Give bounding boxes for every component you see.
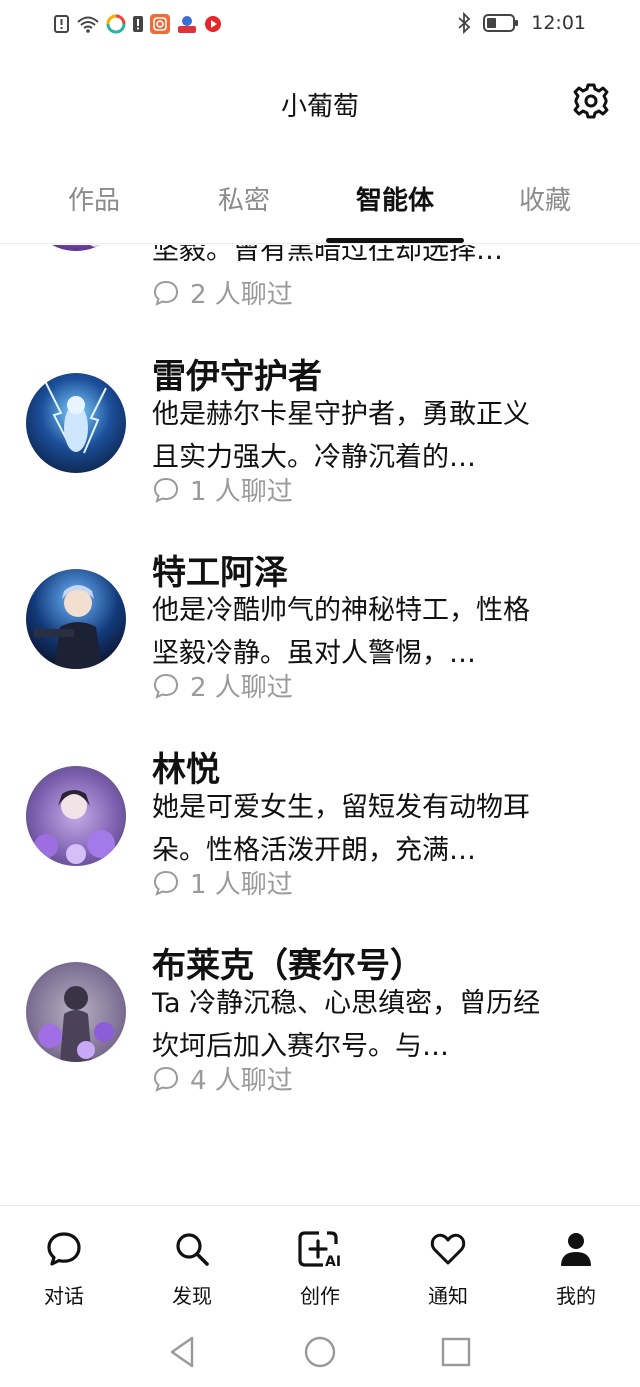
agent-name: 布莱克（赛尔号） [152,946,424,986]
tab-works[interactable]: 作品 [24,180,164,217]
list-item[interactable]: 特工阿泽 他是冷酷帅气的神秘特工，性格坚毅冷静。虽对人警惕，… 2 人聊过 [0,539,640,735]
ai-create-icon: AI [298,1231,341,1268]
avatar [26,569,126,669]
battery-warning-icon [133,16,143,32]
system-nav-bar [0,1316,640,1387]
wifi-icon [77,16,99,33]
status-icons-left [54,14,222,34]
chat-count-text: 4 人聊过 [190,1066,293,1096]
status-bar: 12:01 [0,0,640,52]
app-icon [106,14,126,34]
list-item[interactable]: 雷伊守护者 他是赫尔卡星守护者，勇敢正义且实力强大。冷静沉着的… 1 人聊过 [0,343,640,539]
svg-text:AI: AI [325,1254,341,1268]
agent-name: 林悦 [152,750,220,790]
agent-desc: Ta 冷静沉稳、心思缜密，曾历经坎坷后加入赛尔号。与… [152,988,541,1062]
nav-item-discover[interactable]: 发现 [128,1206,256,1316]
app-icon [178,16,196,33]
chat-count-text: 2 人聊过 [190,280,293,310]
chat-count: 2 人聊过 [152,667,293,704]
chat-count: 4 人聊过 [152,1060,293,1097]
chat-count-text: 1 人聊过 [190,477,293,507]
search-icon [176,1233,209,1266]
avatar [26,962,126,1062]
nav-label: 对话 [44,1284,84,1308]
play-icon [205,16,221,32]
heart-icon [430,1233,466,1265]
bluetooth-icon [458,12,471,34]
chat-count: 1 人聊过 [152,471,293,508]
chat-count-text: 2 人聊过 [190,673,293,703]
agent-desc: 她是可爱女生，留短发有动物耳朵。性格活泼开朗，充满… [152,792,530,866]
battery-icon [483,14,519,32]
alert-icon [54,15,69,33]
page-title: 小葡萄 [280,92,359,122]
comment-icon [153,1066,179,1092]
gear-icon[interactable] [572,82,610,120]
nav-label: 通知 [428,1284,468,1308]
agent-desc: 坚毅。曾有黑暗过往却选择… [152,245,503,266]
list-item[interactable]: 林悦 她是可爱女生，留短发有动物耳朵。性格活泼开朗，充满… 1 人聊过 [0,736,640,932]
agent-desc: 他是冷酷帅气的神秘特工，性格坚毅冷静。虽对人警惕，… [152,595,530,669]
agent-desc: 他是赫尔卡星守护者，勇敢正义且实力强大。冷静沉着的… [152,399,530,473]
comment-icon [153,280,179,306]
chat-bubble-icon [47,1232,81,1266]
tab-bar: 作品 私密 智能体 收藏 [0,168,640,244]
comment-icon [153,673,179,699]
list-item[interactable]: 布莱克（赛尔号） Ta 冷静沉稳、心思缜密，曾历经坎坷后加入赛尔号。与… 4 人… [0,932,640,1128]
home-icon[interactable] [302,1334,338,1370]
tab-active-indicator [326,238,464,243]
comment-icon [153,477,179,503]
comment-icon [153,870,179,896]
chat-count: 1 人聊过 [152,864,293,901]
nav-label: 我的 [556,1284,596,1308]
chat-count: 2 人聊过 [152,274,293,311]
agent-list: 坚毅。曾有黑暗过往却选择… 2 人聊过 雷伊守护者 他是赫尔卡星守护者，勇敢正义… [0,245,640,1205]
agent-name: 特工阿泽 [152,553,288,593]
profile-icon [561,1233,591,1266]
tab-private[interactable]: 私密 [174,180,314,217]
nav-label: 发现 [172,1284,212,1308]
nav-item-chat[interactable]: 对话 [0,1206,128,1316]
nav-item-notifications[interactable]: 通知 [384,1206,512,1316]
chat-count-text: 1 人聊过 [190,870,293,900]
instagram-icon [150,14,170,34]
nav-label: 创作 [300,1284,340,1308]
header: 小葡萄 [0,52,640,152]
status-time: 12:01 [531,12,586,34]
tab-agents[interactable]: 智能体 [325,180,465,217]
avatar [26,245,126,251]
recents-icon[interactable] [438,1334,474,1370]
avatar [26,766,126,866]
bottom-nav: 对话 发现 AI 创作 通知 我的 [0,1205,640,1315]
tab-favorites[interactable]: 收藏 [475,180,615,217]
avatar [26,373,126,473]
nav-item-profile[interactable]: 我的 [512,1206,640,1316]
back-icon[interactable] [164,1334,200,1370]
agent-name: 雷伊守护者 [152,357,322,397]
list-item[interactable]: 坚毅。曾有黑暗过往却选择… 2 人聊过 [0,245,640,331]
nav-item-create[interactable]: AI 创作 [256,1206,384,1316]
status-icons-right: 12:01 [457,12,586,34]
